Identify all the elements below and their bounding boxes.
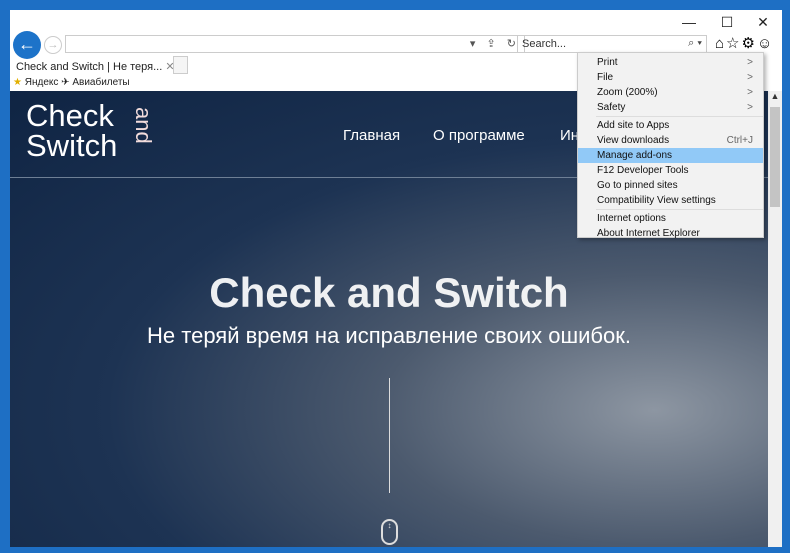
forward-button[interactable]: → — [44, 36, 62, 54]
tab-title: Check and Switch | Не теря... — [16, 61, 163, 73]
scroll-mouse-icon[interactable]: ↕ — [381, 519, 398, 545]
search-icon[interactable]: ⌕ ▾ — [688, 37, 702, 50]
menu-item-label: Internet options — [597, 213, 666, 224]
menu-item-label: Add site to Apps — [597, 120, 670, 131]
menu-item-label: Safety — [597, 102, 626, 113]
menu-item-safety[interactable]: Safety > — [578, 100, 763, 115]
search-input[interactable]: Search... ⌕ ▾ — [517, 35, 707, 53]
site-logo[interactable]: Check Switch and — [26, 100, 156, 161]
chevron-right-icon: > — [747, 57, 753, 68]
menu-item-label: Go to pinned sites — [597, 180, 678, 191]
favorite-aviabilety[interactable]: Авиабилеты — [72, 77, 129, 88]
menu-item-label: Zoom (200%) — [597, 87, 658, 98]
maximize-button[interactable]: ☐ — [712, 14, 742, 31]
menu-item-label: About Internet Explorer — [597, 228, 700, 239]
divider-vertical — [389, 378, 390, 493]
new-tab-button[interactable] — [173, 56, 188, 74]
menu-item-label: Manage add-ons — [597, 150, 673, 161]
address-bar[interactable]: ▾ ⇪ ↻ — [65, 35, 525, 53]
nav-about[interactable]: О программе — [433, 127, 525, 144]
menu-separator — [596, 116, 763, 117]
nav-home[interactable]: Главная — [343, 127, 400, 144]
hero-subtitle: Не теряй время на исправление своих ошиб… — [147, 323, 631, 348]
hero-title: Check and Switch — [209, 269, 569, 316]
close-button[interactable]: ✕ — [748, 14, 778, 31]
menu-item-label: F12 Developer Tools — [597, 165, 689, 176]
chevron-right-icon: > — [747, 102, 753, 113]
menu-item-view-downloads[interactable]: View downloads Ctrl+J — [578, 133, 763, 148]
menu-separator — [596, 209, 763, 210]
toolbar-icons[interactable]: ⌂☆⚙☺ — [715, 34, 774, 52]
plane-icon: ✈ — [61, 77, 70, 88]
menu-item-zoom-200-[interactable]: Zoom (200%) > — [578, 85, 763, 100]
menu-item-compatibility-view-settings[interactable]: Compatibility View settings — [578, 193, 763, 208]
favorites-star-icon[interactable]: ★ — [13, 77, 22, 88]
menu-item-go-to-pinned-sites[interactable]: Go to pinned sites — [578, 178, 763, 193]
menu-item-print[interactable]: Print > — [578, 55, 763, 70]
address-icons[interactable]: ▾ ⇪ ↻ — [470, 37, 520, 50]
tools-menu: Print > File > Zoom (200%) > Safety > Add site t… — [577, 52, 764, 241]
menu-item-label: Print — [597, 57, 618, 68]
menu-item-file[interactable]: File > — [578, 70, 763, 85]
menu-item-about-internet-explorer[interactable]: About Internet Explorer — [578, 226, 763, 241]
search-placeholder: Search... — [522, 38, 567, 50]
chevron-right-icon: > — [747, 87, 753, 98]
menu-item-label: File — [597, 72, 614, 83]
favorite-yandex[interactable]: Яндекс — [25, 77, 59, 88]
menu-item-internet-options[interactable]: Internet options — [578, 211, 763, 226]
chevron-right-icon: > — [747, 72, 753, 83]
tab-active[interactable]: Check and Switch | Не теря... ✕ — [12, 55, 175, 77]
menu-item-add-site-to-apps[interactable]: Add site to Apps — [578, 118, 763, 133]
menu-item-label: Compatibility View settings — [597, 195, 716, 206]
minimize-button[interactable]: — — [674, 14, 704, 30]
menu-item-manage-add-ons[interactable]: Manage add-ons — [578, 148, 763, 163]
scroll-thumb[interactable] — [770, 107, 780, 207]
shortcut-label: Ctrl+J — [726, 135, 753, 146]
scrollbar[interactable]: ▲ — [768, 91, 782, 547]
menu-item-f12-developer-tools[interactable]: F12 Developer Tools — [578, 163, 763, 178]
menu-item-label: View downloads — [597, 135, 670, 146]
scroll-up-icon[interactable]: ▲ — [768, 91, 782, 101]
